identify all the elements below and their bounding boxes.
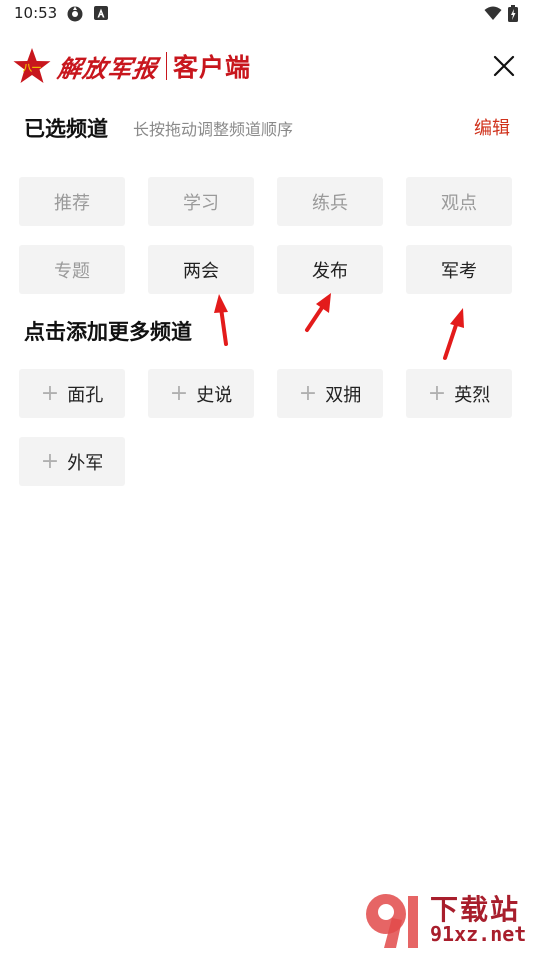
add-channel-chip[interactable]: + 面孔 [19, 369, 125, 418]
status-time: 10:53 [14, 4, 58, 22]
channel-chip-fixed[interactable]: 观点 [406, 177, 512, 226]
add-channel-chip[interactable]: + 史说 [148, 369, 254, 418]
battery-icon [508, 5, 518, 22]
font-a-icon [94, 6, 108, 20]
channel-label: 英烈 [454, 384, 491, 406]
header: 八一 解放军报 客户端 [0, 40, 534, 90]
add-channel-chip[interactable]: + 外军 [19, 437, 125, 486]
close-icon[interactable] [488, 50, 520, 82]
channel-chip-fixed[interactable]: 专题 [19, 245, 125, 294]
logo-divider [166, 52, 167, 80]
red-star-icon: 八一 [13, 48, 51, 83]
svg-text:八一: 八一 [22, 63, 41, 74]
annotation-arrow-icon [214, 294, 228, 346]
plus-icon: + [298, 380, 318, 406]
edit-button[interactable]: 编辑 [474, 114, 510, 140]
sync-icon [67, 6, 83, 22]
selected-channels-title: 已选频道 [24, 117, 108, 141]
channel-label: 双拥 [325, 384, 362, 406]
annotation-arrow-icon [443, 308, 464, 360]
status-bar: 10:53 [0, 0, 534, 28]
channel-chip-fixed[interactable]: 推荐 [19, 177, 125, 226]
app-name: 客户端 [173, 53, 252, 82]
add-channel-chip[interactable]: + 双拥 [277, 369, 383, 418]
annotation-arrow-icon [305, 293, 331, 332]
watermark: 下载站 91xz.net [362, 888, 534, 950]
channel-chip-fixed[interactable]: 练兵 [277, 177, 383, 226]
channel-label: 面孔 [67, 384, 104, 406]
app-logo: 八一 解放军报 客户端 [12, 46, 251, 86]
channel-label: 外军 [67, 452, 104, 474]
plus-icon: + [427, 380, 447, 406]
more-channels-title: 点击添加更多频道 [24, 320, 192, 344]
channel-chip-fixed[interactable]: 学习 [148, 177, 254, 226]
channel-chip-selected[interactable]: 发布 [277, 245, 383, 294]
plus-icon: + [169, 380, 189, 406]
add-channel-chip[interactable]: + 英烈 [406, 369, 512, 418]
logo-calligraphy: 解放军报 [55, 53, 160, 83]
watermark-url: 91xz.net [430, 922, 527, 946]
plus-icon: + [40, 380, 60, 406]
watermark-logo-icon [366, 894, 418, 948]
channel-label: 史说 [196, 384, 233, 406]
channel-chip-selected[interactable]: 军考 [406, 245, 512, 294]
selected-channels-hint: 长按拖动调整频道顺序 [133, 120, 294, 139]
channel-chip-selected[interactable]: 两会 [148, 245, 254, 294]
wifi-icon [484, 6, 502, 20]
plus-icon: + [40, 448, 60, 474]
